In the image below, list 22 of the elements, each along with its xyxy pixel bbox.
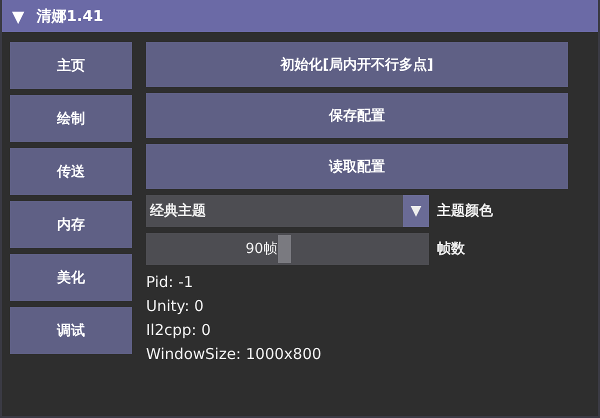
sidebar-tab[interactable]: 主页 — [10, 42, 132, 89]
fps-slider[interactable]: 90帧 — [146, 233, 429, 265]
info-text: Pid: -1 — [146, 273, 194, 291]
action-button[interactable]: 读取配置 — [146, 144, 568, 189]
sidebar-tab[interactable]: 绘制 — [10, 95, 132, 142]
action-button[interactable]: 初始化[局内开不行多点] — [146, 42, 568, 87]
info-text: WindowSize: 1000x800 — [146, 345, 322, 363]
sidebar-tab[interactable]: 内存 — [10, 201, 132, 248]
sidebar-tab[interactable]: 调试 — [10, 307, 132, 354]
dropdown-value: 经典主题 — [148, 202, 207, 220]
dropdown-label: 主题颜色 — [437, 202, 493, 220]
collapse-arrow[interactable]: ▼ — [12, 6, 24, 26]
info-text: Il2cpp: 0 — [146, 321, 211, 339]
info-text: Unity: 0 — [146, 297, 204, 315]
slider-value: 90帧 — [245, 240, 278, 258]
slider-label: 帧数 — [437, 240, 465, 258]
slider-thumb[interactable] — [278, 235, 292, 263]
action-button[interactable]: 保存配置 — [146, 93, 568, 138]
theme-dropdown[interactable]: 经典主题 ▼ — [146, 195, 429, 227]
sidebar-tab[interactable]: 美化 — [10, 254, 132, 301]
window-title: 清娜1.41 — [36, 6, 104, 26]
sidebar-tab[interactable]: 传送 — [10, 148, 132, 195]
